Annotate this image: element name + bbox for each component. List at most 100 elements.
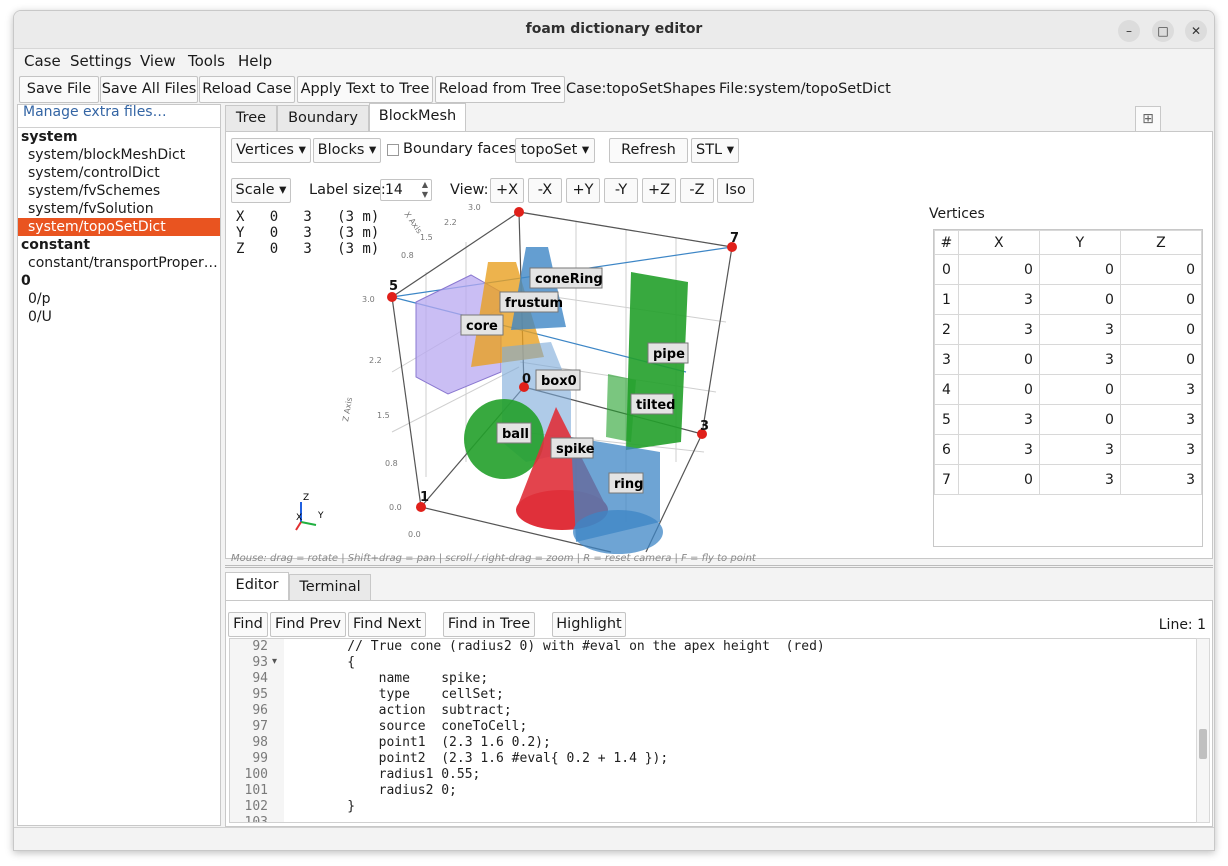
find-prev-button[interactable]: Find Prev — [270, 612, 346, 637]
cell-x[interactable]: 3 — [957, 404, 1040, 435]
menu-settings[interactable]: Settings — [70, 52, 132, 70]
vertices-dropdown[interactable]: Vertices ▾ — [231, 138, 311, 163]
table-row[interactable]: 3030 — [934, 344, 1203, 375]
save-file-button[interactable]: Save File — [19, 76, 99, 103]
3d-viewport[interactable]: 5 7 0 3 1 coneRing frustum core pipe box… — [226, 192, 926, 554]
tree-item[interactable]: constant/transportProper… — [18, 254, 220, 272]
scrollbar-thumb[interactable] — [1199, 729, 1207, 759]
tree-item[interactable]: system/blockMeshDict — [18, 146, 220, 164]
cell-y[interactable]: 0 — [1038, 404, 1121, 435]
reload-case-button[interactable]: Reload Case — [199, 76, 295, 103]
code-line[interactable]: } — [316, 799, 355, 814]
code-editor[interactable]: 92 // True cone (radius2 0) with #eval o… — [229, 638, 1199, 823]
table-row[interactable]: 6333 — [934, 434, 1203, 465]
vertices-table[interactable]: # X Y Z 0000 1300 2330 3030 4003 5303 63… — [933, 229, 1203, 547]
blocks-dropdown[interactable]: Blocks ▾ — [313, 138, 381, 163]
find-in-tree-button[interactable]: Find in Tree — [443, 612, 535, 637]
splitter-handle[interactable] — [225, 564, 1213, 568]
table-row[interactable]: 2330 — [934, 314, 1203, 345]
tree-item[interactable]: 0/U — [18, 308, 220, 326]
find-button[interactable]: Find — [228, 612, 268, 637]
tab-boundary[interactable]: Boundary — [277, 105, 369, 131]
code-line[interactable]: radius1 0.55; — [316, 767, 481, 782]
col-header-x[interactable]: X — [957, 230, 1040, 255]
code-line[interactable]: source coneToCell; — [316, 719, 528, 734]
tab-blockmesh[interactable]: BlockMesh — [369, 103, 466, 131]
vertex-label: 1 — [420, 490, 429, 505]
boundary-faces-checkbox[interactable] — [387, 144, 399, 156]
table-row[interactable]: 1300 — [934, 284, 1203, 315]
cell-y[interactable]: 0 — [1038, 374, 1121, 405]
cell-x[interactable]: 3 — [957, 314, 1040, 345]
reload-from-tree-button[interactable]: Reload from Tree — [435, 76, 565, 103]
code-line[interactable]: point1 (2.3 1.6 0.2); — [316, 735, 551, 750]
refresh-button[interactable]: Refresh — [609, 138, 688, 163]
code-line[interactable]: name spike; — [316, 671, 489, 686]
vertex-marker[interactable] — [514, 207, 524, 217]
col-header-index[interactable]: # — [934, 230, 959, 255]
menu-case[interactable]: Case — [24, 52, 61, 70]
col-header-z[interactable]: Z — [1119, 230, 1203, 255]
editor-scrollbar[interactable] — [1196, 638, 1210, 823]
cell-x[interactable]: 0 — [957, 374, 1040, 405]
cell-index: 3 — [934, 344, 959, 375]
col-header-y[interactable]: Y — [1038, 230, 1121, 255]
cell-z[interactable]: 3 — [1119, 434, 1203, 465]
tree-item[interactable]: system/fvSchemes — [18, 182, 220, 200]
cell-z[interactable]: 3 — [1119, 374, 1203, 405]
menu-help[interactable]: Help — [238, 52, 272, 70]
stl-dropdown[interactable]: STL ▾ — [691, 138, 739, 163]
tree-group-zero[interactable]: 0 — [18, 272, 220, 290]
cell-y[interactable]: 3 — [1038, 464, 1121, 495]
cell-z[interactable]: 3 — [1119, 404, 1203, 435]
cell-y[interactable]: 3 — [1038, 314, 1121, 345]
cell-z[interactable]: 0 — [1119, 314, 1203, 345]
code-line[interactable]: // True cone (radius2 0) with #eval on t… — [316, 639, 824, 654]
highlight-button[interactable]: Highlight — [552, 612, 626, 637]
cell-x[interactable]: 0 — [957, 464, 1040, 495]
fold-arrow-icon[interactable]: ▾ — [272, 656, 277, 667]
minimize-icon[interactable]: – — [1118, 20, 1140, 42]
cell-x[interactable]: 3 — [957, 434, 1040, 465]
cell-z[interactable]: 0 — [1119, 254, 1203, 285]
tab-editor[interactable]: Editor — [225, 572, 289, 600]
menu-view[interactable]: View — [140, 52, 176, 70]
tree-group-constant[interactable]: constant — [18, 236, 220, 254]
cell-x[interactable]: 3 — [957, 284, 1040, 315]
grid-layout-icon[interactable]: ⊞ — [1135, 106, 1161, 132]
tree-item[interactable]: system/fvSolution — [18, 200, 220, 218]
toposet-dropdown[interactable]: topoSet ▾ — [515, 138, 595, 163]
cell-x[interactable]: 0 — [957, 344, 1040, 375]
menu-tools[interactable]: Tools — [188, 52, 225, 70]
tree-item[interactable]: 0/p — [18, 290, 220, 308]
table-row[interactable]: 4003 — [934, 374, 1203, 405]
cell-y[interactable]: 0 — [1038, 254, 1121, 285]
tab-terminal[interactable]: Terminal — [289, 574, 371, 600]
maximize-icon[interactable]: □ — [1152, 20, 1174, 42]
shape-label-conering: coneRing — [535, 272, 603, 287]
find-next-button[interactable]: Find Next — [348, 612, 426, 637]
code-line[interactable]: radius2 0; — [316, 783, 457, 798]
cell-x[interactable]: 0 — [957, 254, 1040, 285]
close-icon[interactable]: ✕ — [1185, 20, 1207, 42]
tree-item-selected[interactable]: system/topoSetDict — [18, 218, 220, 236]
cell-y[interactable]: 3 — [1038, 344, 1121, 375]
tab-tree[interactable]: Tree — [225, 105, 277, 131]
save-all-files-button[interactable]: Save All Files — [100, 76, 198, 103]
code-line[interactable]: { — [316, 655, 355, 670]
cell-z[interactable]: 0 — [1119, 284, 1203, 315]
apply-text-to-tree-button[interactable]: Apply Text to Tree — [297, 76, 433, 103]
code-line[interactable]: point2 (2.3 1.6 #eval{ 0.2 + 1.4 }); — [316, 751, 669, 766]
tree-group-system[interactable]: system — [18, 128, 220, 146]
table-row[interactable]: 5303 — [934, 404, 1203, 435]
cell-y[interactable]: 0 — [1038, 284, 1121, 315]
cell-z[interactable]: 3 — [1119, 464, 1203, 495]
table-row[interactable]: 0000 — [934, 254, 1203, 285]
cell-y[interactable]: 3 — [1038, 434, 1121, 465]
manage-extra-files-link[interactable]: Manage extra files… — [23, 104, 167, 120]
cell-z[interactable]: 0 — [1119, 344, 1203, 375]
code-line[interactable]: type cellSet; — [316, 687, 504, 702]
tree-item[interactable]: system/controlDict — [18, 164, 220, 182]
table-row[interactable]: 7033 — [934, 464, 1203, 495]
code-line[interactable]: action subtract; — [316, 703, 512, 718]
